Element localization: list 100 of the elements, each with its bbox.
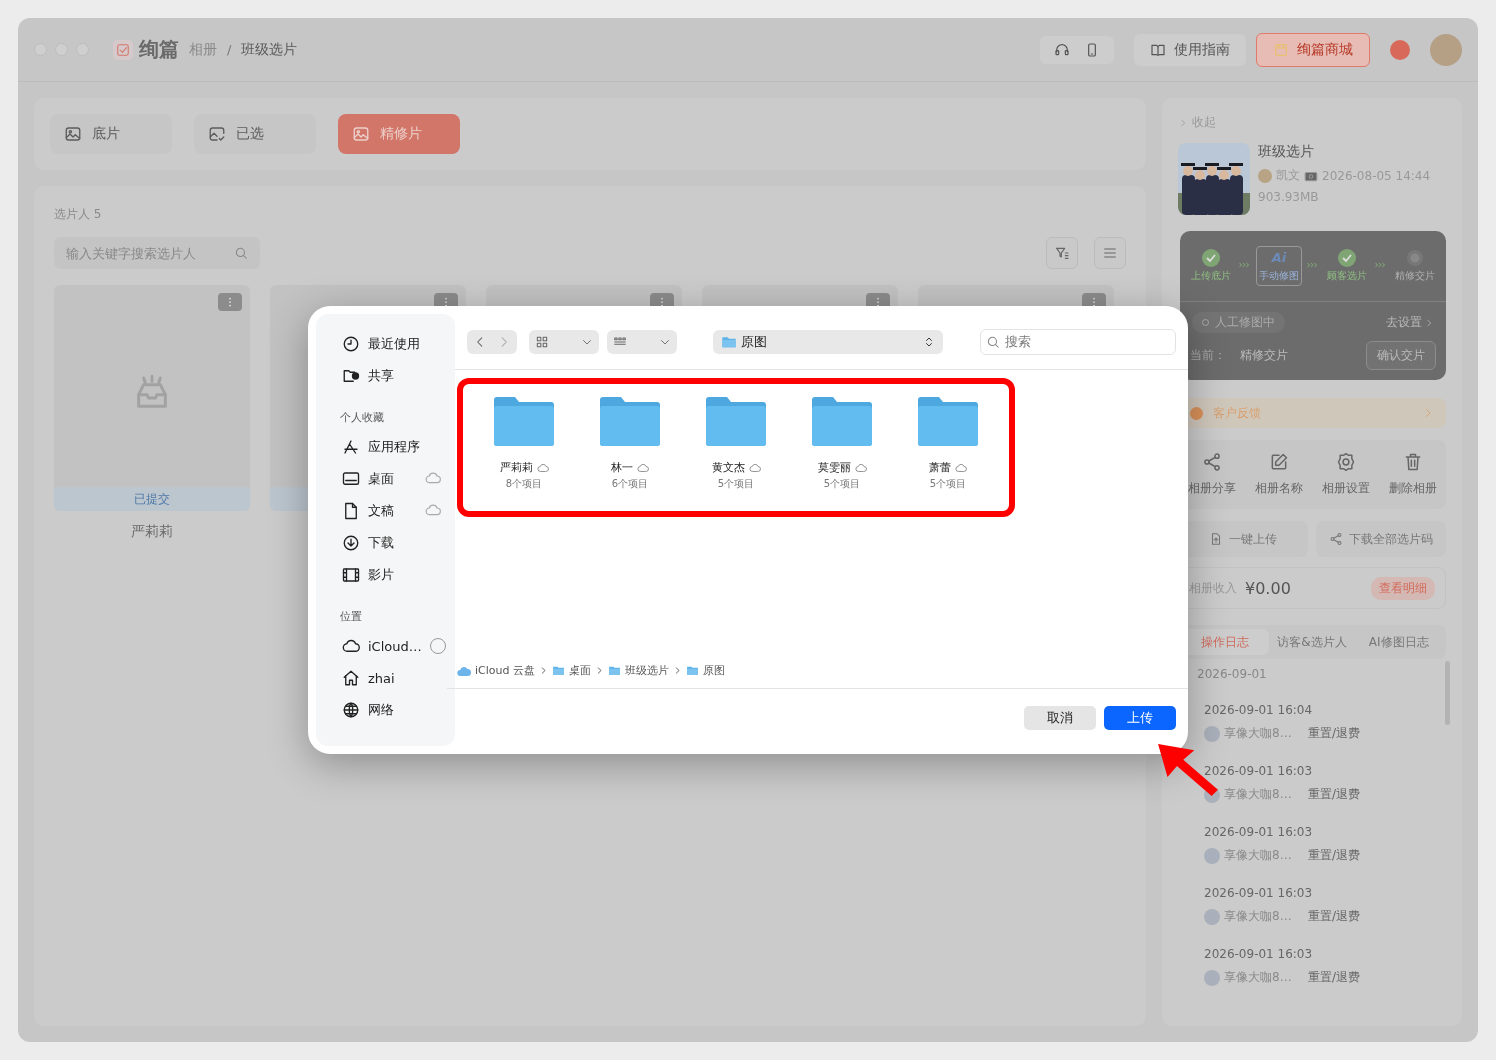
group-button[interactable] — [607, 329, 677, 354]
filter-button[interactable] — [1046, 237, 1078, 269]
folder-item[interactable]: 严莉莉 8个项目 — [471, 396, 577, 511]
author-avatar — [1258, 168, 1272, 183]
location-popup[interactable]: 原图 — [713, 329, 943, 354]
quick-button[interactable]: 下载全部选片码 — [1316, 521, 1446, 557]
sidebar-item[interactable]: 网络 — [332, 694, 455, 726]
picker-card[interactable]: 已提交 — [54, 285, 250, 511]
log-user: 享像大咖8… — [1224, 969, 1293, 986]
path-item[interactable]: iCloud 云盘 — [457, 663, 535, 678]
upload-button[interactable]: 上传 — [1104, 705, 1176, 730]
folder-item[interactable]: 萧蕾 5个项目 — [895, 396, 1001, 511]
sidebar-item[interactable]: 下载 — [332, 527, 455, 559]
log-time: 2026-09-01 16:03 — [1204, 764, 1314, 778]
workflow-step: Ai 手动修图 — [1256, 246, 1302, 286]
guide-button[interactable]: 使用指南 — [1134, 33, 1246, 66]
image-icon — [64, 125, 82, 143]
item-count: 8个项目 — [505, 477, 543, 491]
sidebar-item[interactable]: 共享 — [332, 360, 455, 392]
more-button[interactable] — [218, 293, 242, 311]
menu-icon — [1102, 245, 1118, 261]
album-action-button[interactable]: 相册设置 — [1321, 452, 1370, 497]
path-item[interactable]: 班级选片 — [608, 663, 669, 678]
category-tab[interactable]: 底片 — [50, 114, 172, 154]
chevron-right-icon — [1424, 317, 1434, 328]
log-date: 2026-09-01 — [1197, 667, 1267, 681]
chevron-right-icon — [539, 666, 548, 675]
app-logo: 绚篇 — [139, 36, 179, 63]
item-count: 5个项目 — [929, 477, 967, 491]
user-avatar — [1204, 908, 1220, 925]
user-avatar[interactable] — [1430, 33, 1462, 66]
album-action-button[interactable]: 相册分享 — [1187, 452, 1236, 497]
log-tab[interactable]: AI修图日志 — [1355, 629, 1442, 655]
income-amount: ¥0.00 — [1245, 578, 1292, 598]
sidebar-item[interactable]: 影片 — [332, 559, 455, 591]
mall-button[interactable]: 绚篇商城 — [1256, 32, 1370, 67]
breadcrumb-separator: / — [227, 42, 232, 57]
sidebar-section-title: 个人收藏 — [340, 410, 385, 425]
sidebar-item[interactable]: 最近使用 — [332, 328, 455, 360]
sidebar-item[interactable]: 文稿 — [332, 495, 455, 527]
album-action-button[interactable]: 相册名称 — [1254, 452, 1303, 497]
folder-icon — [686, 664, 699, 677]
log-time: 2026-09-01 16:03 — [1204, 825, 1314, 839]
cancel-button[interactable]: 取消 — [1024, 705, 1096, 730]
current-stage: 精修交片 — [1240, 347, 1289, 364]
sidebar-item[interactable]: zhai — [332, 662, 455, 694]
search-field[interactable]: 搜索 — [980, 328, 1176, 355]
folder-icon — [608, 664, 621, 677]
settings-link[interactable]: 去设置 — [1386, 314, 1434, 331]
image-check-icon — [208, 125, 226, 143]
folder-item[interactable]: 莫雯丽 5个项目 — [789, 396, 895, 511]
folder-icon — [811, 396, 873, 448]
log-time: 2026-09-01 16:03 — [1204, 886, 1314, 900]
menu-button[interactable] — [1094, 237, 1126, 269]
user-avatar — [1204, 725, 1220, 742]
notification-icon[interactable] — [1390, 39, 1410, 60]
log-time: 2026-09-01 16:04 — [1204, 703, 1314, 717]
cloud-icon — [748, 461, 761, 474]
folder-name: 黄文杰 — [711, 460, 745, 475]
picker-name: 严莉莉 — [131, 523, 173, 541]
filter-icon — [1054, 245, 1070, 261]
item-count: 5个项目 — [717, 477, 755, 491]
item-count: 6个项目 — [611, 477, 649, 491]
category-tab[interactable]: 已选 — [194, 114, 316, 154]
download-icon — [342, 534, 360, 552]
nav-buttons[interactable] — [467, 329, 517, 354]
folder-name: 林一 — [611, 460, 633, 475]
updown-icon — [923, 335, 935, 348]
headset-icon — [1054, 41, 1070, 58]
cloud-icon — [955, 461, 967, 474]
cloud-icon — [854, 461, 867, 474]
check-circle-icon — [1202, 249, 1220, 267]
view-mode-button[interactable] — [529, 329, 599, 354]
user-avatar — [1204, 969, 1220, 986]
folder-name: 萧蕾 — [929, 460, 951, 475]
log-user: 享像大咖8… — [1224, 847, 1293, 864]
confirm-button[interactable]: 确认交片 — [1366, 341, 1436, 370]
chevron-right-icon — [595, 666, 604, 675]
folder-icon — [705, 396, 767, 448]
ai-label: Ai — [1271, 249, 1287, 267]
folder-item[interactable]: 林一 6个项目 — [577, 396, 683, 511]
folder-name: 严莉莉 — [499, 460, 533, 475]
folder-icon — [599, 396, 661, 448]
item-count: 5个项目 — [823, 477, 861, 491]
log-action: 重置/退费 — [1308, 725, 1361, 742]
sidebar-item[interactable]: 应用程序 — [332, 431, 455, 463]
folder-item[interactable]: 黄文杰 5个项目 — [683, 396, 789, 511]
album-action-button[interactable]: 删除相册 — [1388, 452, 1437, 497]
breadcrumb-current: 班级选片 — [241, 40, 298, 59]
log-action: 重置/退费 — [1308, 969, 1361, 986]
cloud-icon — [457, 665, 471, 676]
globe-icon — [342, 701, 360, 719]
path-item[interactable]: 桌面 — [552, 663, 591, 678]
log-tab[interactable]: 访客&选片人 — [1268, 629, 1356, 655]
sidebar-item[interactable]: 桌面 — [332, 463, 455, 495]
cloud-icon — [342, 637, 360, 655]
apps-icon — [342, 438, 360, 456]
path-item[interactable]: 原图 — [686, 663, 725, 678]
scrollbar[interactable] — [1445, 661, 1450, 725]
sidebar-item[interactable]: iCloud… — [332, 630, 455, 662]
